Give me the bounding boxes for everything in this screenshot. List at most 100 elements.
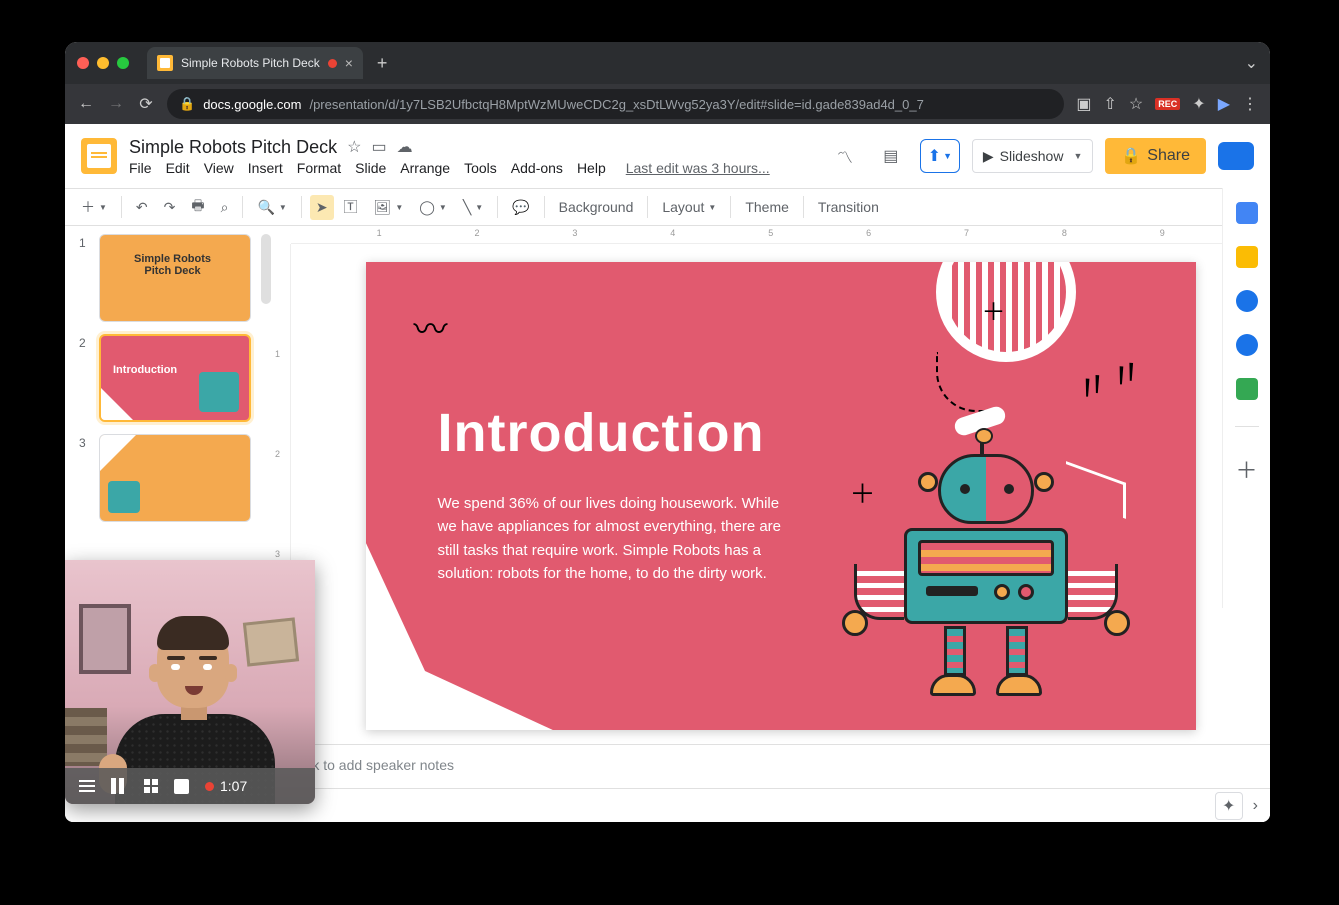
cloud-status-icon[interactable]: ☁ — [397, 137, 413, 157]
slide-thumb-3[interactable] — [99, 434, 251, 522]
browser-tab[interactable]: Simple Robots Pitch Deck × — [147, 47, 363, 79]
contacts-icon[interactable] — [1236, 334, 1258, 356]
new-slide-button[interactable]: ＋▼ — [75, 193, 113, 221]
comment-tool[interactable]: 💬 — [506, 195, 535, 220]
menu-insert[interactable]: Insert — [248, 160, 283, 176]
thumb-number: 2 — [79, 334, 91, 422]
books-decoration — [65, 708, 107, 766]
ruler-horizontal[interactable]: 1 2 3 4 5 6 7 8 9 — [291, 226, 1270, 244]
menu-format[interactable]: Format — [297, 160, 341, 176]
slide-thumb-1[interactable]: Simple RobotsPitch Deck — [99, 234, 251, 322]
star-icon[interactable]: ☆ — [347, 137, 361, 157]
shape-tool[interactable]: ◯▼ — [413, 195, 453, 220]
webcam-overlay[interactable]: 1:07 — [65, 560, 315, 804]
pause-recording-button[interactable] — [111, 778, 124, 794]
menu-bar: File Edit View Insert Format Slide Arran… — [129, 160, 770, 176]
video-extension-icon[interactable]: ▶ — [1218, 94, 1230, 114]
maps-icon[interactable] — [1236, 378, 1258, 400]
menu-arrange[interactable]: Arrange — [400, 160, 450, 176]
arc-doodle-icon — [936, 262, 1076, 362]
close-window-icon[interactable] — [77, 57, 89, 69]
minimize-window-icon[interactable] — [97, 57, 109, 69]
url-input[interactable]: 🔒 docs.google.com/presentation/d/1y7LSB2… — [167, 89, 1064, 119]
document-title[interactable]: Simple Robots Pitch Deck — [129, 137, 337, 158]
maximize-window-icon[interactable] — [117, 57, 129, 69]
address-bar: ← → ⟳ 🔒 docs.google.com/presentation/d/1… — [65, 84, 1270, 124]
menu-help[interactable]: Help — [577, 160, 606, 176]
calendar-icon[interactable] — [1236, 202, 1258, 224]
undo-button[interactable]: ↶ — [130, 195, 154, 220]
move-icon[interactable]: ▭ — [371, 137, 386, 157]
stop-recording-button[interactable] — [174, 779, 189, 794]
explore-button[interactable]: ✦ — [1215, 792, 1243, 820]
textbox-tool[interactable]: 🅃 — [338, 193, 364, 221]
image-tool[interactable]: 🖼▼ — [368, 195, 410, 220]
present-button[interactable]: ⬆ ▼ — [920, 139, 960, 173]
new-tab-button[interactable]: + — [371, 53, 394, 74]
tab-overflow-icon[interactable]: ⌄ — [1245, 53, 1258, 73]
filmstrip-scrollbar[interactable] — [261, 234, 271, 304]
url-path: /presentation/d/1y7LSB2UfbctqH8MptWzMUwe… — [309, 97, 923, 112]
tab-title: Simple Robots Pitch Deck — [181, 56, 320, 70]
tasks-icon[interactable] — [1236, 290, 1258, 312]
add-addon-icon[interactable]: ＋ — [1235, 453, 1257, 485]
slide-body[interactable]: We spend 36% of our lives doing housewor… — [438, 492, 788, 585]
menu-tools[interactable]: Tools — [464, 160, 497, 176]
slide-canvas[interactable]: 〰 ＋ 〃〃 ＋ Introduction We spend 36% of ou… — [366, 262, 1196, 730]
bottom-bar: ✦ › — [271, 788, 1270, 822]
menu-addons[interactable]: Add-ons — [511, 160, 563, 176]
activity-icon[interactable]: 〽 — [828, 139, 862, 173]
extensions-icon[interactable]: ✦ — [1192, 94, 1205, 114]
slide-title[interactable]: Introduction — [438, 402, 765, 464]
expand-sidepanel-icon[interactable]: › — [1253, 797, 1258, 815]
slide-thumb-2[interactable]: Introduction — [99, 334, 251, 422]
rec-extension-icon[interactable]: REC — [1155, 98, 1180, 110]
comments-icon[interactable]: ▤ — [874, 139, 908, 173]
thumb-number: 1 — [79, 234, 91, 322]
close-tab-icon[interactable]: × — [345, 55, 353, 71]
menu-view[interactable]: View — [204, 160, 234, 176]
print-button[interactable]: 🖶 — [185, 191, 210, 223]
recording-toolbar: 1:07 — [65, 768, 315, 804]
back-button[interactable]: ← — [77, 95, 95, 113]
speaker-notes[interactable]: Click to add speaker notes — [271, 744, 1270, 788]
layout-button[interactable]: Layout▼ — [656, 195, 722, 219]
paint-format-button[interactable]: ⌕ — [215, 195, 235, 220]
tab-bar: Simple Robots Pitch Deck × + ⌄ — [65, 42, 1270, 84]
slideshow-button[interactable]: ▶ Slideshow — [972, 139, 1094, 173]
zoom-button[interactable]: 🔍▼ — [251, 195, 292, 220]
menu-file[interactable]: File — [129, 160, 152, 176]
line-tool[interactable]: ╲▼ — [457, 195, 489, 220]
transition-button[interactable]: Transition — [812, 195, 885, 219]
menu-slide[interactable]: Slide — [355, 160, 386, 176]
keep-icon[interactable] — [1236, 246, 1258, 268]
recorder-menu-button[interactable] — [79, 780, 95, 792]
bookmark-icon[interactable]: ☆ — [1129, 94, 1143, 114]
slide-stage[interactable]: 〰 ＋ 〃〃 ＋ Introduction We spend 36% of ou… — [291, 244, 1270, 744]
grid-icon — [144, 779, 158, 793]
recording-time: 1:07 — [220, 778, 247, 794]
last-edit-link[interactable]: Last edit was 3 hours... — [626, 160, 770, 176]
delete-recording-button[interactable] — [140, 779, 158, 793]
browser-menu-icon[interactable]: ⋮ — [1242, 94, 1258, 114]
menu-edit[interactable]: Edit — [166, 160, 190, 176]
share-button[interactable]: 🔒 Share — [1105, 138, 1206, 174]
plus-doodle-icon: ＋ — [982, 292, 1006, 327]
slides-app-icon[interactable] — [81, 138, 117, 174]
background-button[interactable]: Background — [553, 195, 640, 219]
thumb-number: 3 — [79, 434, 91, 522]
reload-button[interactable]: ⟳ — [137, 94, 155, 114]
robot-thumb-icon — [199, 372, 239, 412]
side-panel: ＋ — [1222, 188, 1270, 608]
robot-illustration[interactable] — [856, 454, 1116, 724]
redo-button[interactable]: ↷ — [158, 195, 182, 220]
meet-button[interactable] — [1218, 142, 1254, 170]
canvas-area: 1 2 3 4 5 6 7 8 9 1 2 3 4 — [271, 226, 1270, 822]
camera-icon[interactable]: ▣ — [1076, 94, 1091, 114]
slides-favicon-icon — [157, 55, 173, 71]
theme-button[interactable]: Theme — [739, 195, 795, 219]
forward-button[interactable]: → — [107, 95, 125, 113]
share-page-icon[interactable]: ⇧ — [1104, 94, 1117, 114]
select-tool[interactable]: ➤ — [310, 195, 334, 220]
window-controls[interactable] — [77, 57, 129, 69]
